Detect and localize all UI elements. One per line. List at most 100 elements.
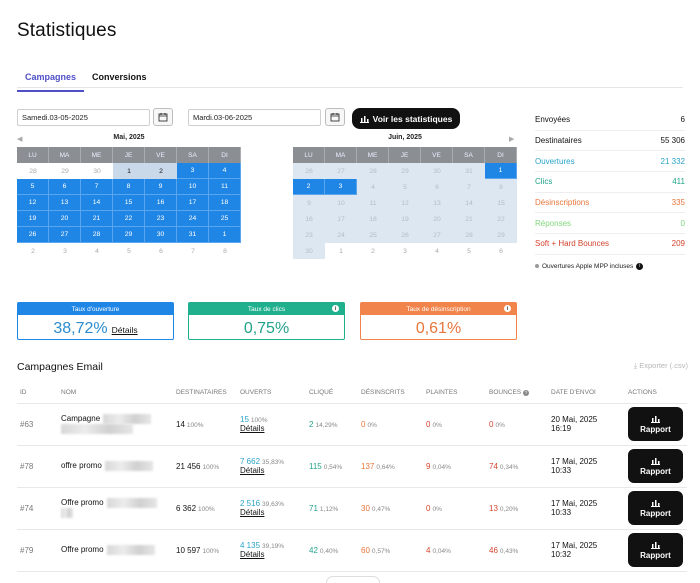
calendar-day[interactable]: 12 (389, 195, 421, 211)
details-link[interactable]: Détails (240, 508, 264, 517)
calendar-day[interactable]: 28 (453, 227, 485, 243)
calendar-day[interactable]: 30 (293, 243, 325, 259)
calendar-day[interactable]: 7 (177, 243, 209, 259)
calendar-day[interactable]: 21 (453, 211, 485, 227)
calendar-day[interactable]: 10 (177, 179, 209, 195)
calendar-day[interactable]: 26 (293, 163, 325, 179)
calendar-day[interactable]: 2 (357, 243, 389, 259)
calendar-day[interactable]: 1 (325, 243, 357, 259)
calendar-day[interactable]: 12 (17, 195, 49, 211)
calendar-day[interactable]: 13 (49, 195, 81, 211)
calendar-day[interactable]: 18 (357, 211, 389, 227)
calendar-day[interactable]: 4 (357, 179, 389, 195)
details-link[interactable]: Détails (240, 550, 264, 559)
calendar-day[interactable]: 3 (389, 243, 421, 259)
calendar-day[interactable]: 18 (209, 195, 241, 211)
calendar-day[interactable]: 5 (17, 179, 49, 195)
calendar-day[interactable]: 24 (177, 211, 209, 227)
calendar-day[interactable]: 14 (453, 195, 485, 211)
calendar-day[interactable]: 29 (389, 163, 421, 179)
report-button[interactable]: Rapport (628, 491, 683, 525)
calendar-day[interactable]: 1 (209, 227, 241, 243)
help-icon[interactable]: ? (522, 390, 529, 397)
calendar-day[interactable]: 13 (421, 195, 453, 211)
calendar-day[interactable]: 30 (145, 227, 177, 243)
calendar-day[interactable]: 2 (17, 243, 49, 259)
calendar-day[interactable]: 8 (209, 243, 241, 259)
calendar-day[interactable]: 16 (145, 195, 177, 211)
start-date-input[interactable]: Samedi.03-05-2025 (17, 109, 150, 126)
tab-campagnes[interactable]: Campagnes (17, 69, 85, 92)
calendar-day[interactable]: 20 (49, 211, 81, 227)
calendar-day[interactable]: 5 (389, 179, 421, 195)
calendar-day[interactable]: 9 (293, 195, 325, 211)
calendar-day[interactable]: 4 (209, 163, 241, 179)
calendar-day[interactable]: 25 (209, 211, 241, 227)
calendar-day[interactable]: 2 (293, 179, 325, 195)
calendar-day[interactable]: 1 (113, 163, 145, 179)
calendar-day[interactable]: 7 (453, 179, 485, 195)
calendar-day[interactable]: 4 (421, 243, 453, 259)
calendar-day[interactable]: 8 (113, 179, 145, 195)
calendar-day[interactable]: 15 (485, 195, 517, 211)
calendar-day[interactable]: 2 (145, 163, 177, 179)
calendar-day[interactable]: 27 (421, 227, 453, 243)
calendar-day[interactable]: 17 (177, 195, 209, 211)
calendar-day[interactable]: 9 (145, 179, 177, 195)
calendar-day[interactable]: 31 (453, 163, 485, 179)
calendar-day[interactable]: 11 (357, 195, 389, 211)
view-stats-button[interactable]: Voir les statistiques (352, 108, 460, 129)
calendar-day[interactable]: 20 (421, 211, 453, 227)
start-calendar-button[interactable] (153, 108, 173, 126)
end-calendar-button[interactable] (325, 108, 345, 126)
calendar-day[interactable]: 27 (325, 163, 357, 179)
pagination[interactable] (326, 576, 380, 583)
calendar-day[interactable]: 26 (389, 227, 421, 243)
campaign-name[interactable]: Offre promo (61, 498, 104, 507)
calendar-day[interactable]: 10 (325, 195, 357, 211)
calendar-day[interactable]: 22 (113, 211, 145, 227)
calendar-day[interactable]: 3 (177, 163, 209, 179)
calendar-day[interactable]: 19 (17, 211, 49, 227)
calendar-day[interactable]: 28 (81, 227, 113, 243)
info-icon[interactable]: i (332, 305, 339, 312)
calendar-day[interactable]: 14 (81, 195, 113, 211)
calendar-day[interactable]: 25 (357, 227, 389, 243)
next-month-icon[interactable]: ▶ (509, 135, 514, 143)
campaign-name[interactable]: offre promo (61, 461, 102, 470)
report-button[interactable]: Rapport (628, 533, 683, 567)
calendar-day[interactable]: 30 (81, 163, 113, 179)
calendar-day[interactable]: 3 (49, 243, 81, 259)
calendar-day[interactable]: 26 (17, 227, 49, 243)
calendar-day[interactable]: 28 (17, 163, 49, 179)
calendar-day[interactable]: 23 (145, 211, 177, 227)
calendar-day[interactable]: 6 (485, 243, 517, 259)
calendar-day[interactable]: 1 (485, 163, 517, 179)
calendar-day[interactable]: 21 (81, 211, 113, 227)
end-date-input[interactable]: Mardi.03-06-2025 (188, 109, 321, 126)
tab-conversions[interactable]: Conversions (84, 69, 155, 92)
calendar-day[interactable]: 29 (49, 163, 81, 179)
calendar-day[interactable]: 19 (389, 211, 421, 227)
calendar-day[interactable]: 5 (113, 243, 145, 259)
campaign-name[interactable]: Offre promo (61, 545, 104, 554)
calendar-day[interactable]: 28 (357, 163, 389, 179)
info-icon[interactable]: i (504, 305, 511, 312)
calendar-day[interactable]: 16 (293, 211, 325, 227)
calendar-day[interactable]: 22 (485, 211, 517, 227)
calendar-day[interactable]: 29 (485, 227, 517, 243)
calendar-day[interactable]: 11 (209, 179, 241, 195)
info-icon[interactable]: i (636, 262, 644, 270)
details-link[interactable]: Détails (240, 424, 264, 433)
calendar-day[interactable]: 23 (293, 227, 325, 243)
kpi-details-link[interactable]: Détails (112, 325, 138, 335)
calendar-day[interactable]: 3 (325, 179, 357, 195)
calendar-day[interactable]: 27 (49, 227, 81, 243)
calendar-day[interactable]: 17 (325, 211, 357, 227)
calendar-day[interactable]: 6 (421, 179, 453, 195)
details-link[interactable]: Détails (240, 466, 264, 475)
calendar-day[interactable]: 7 (81, 179, 113, 195)
calendar-day[interactable]: 31 (177, 227, 209, 243)
report-button[interactable]: Rapport (628, 449, 683, 483)
campaign-name[interactable]: Campagne (61, 414, 100, 423)
